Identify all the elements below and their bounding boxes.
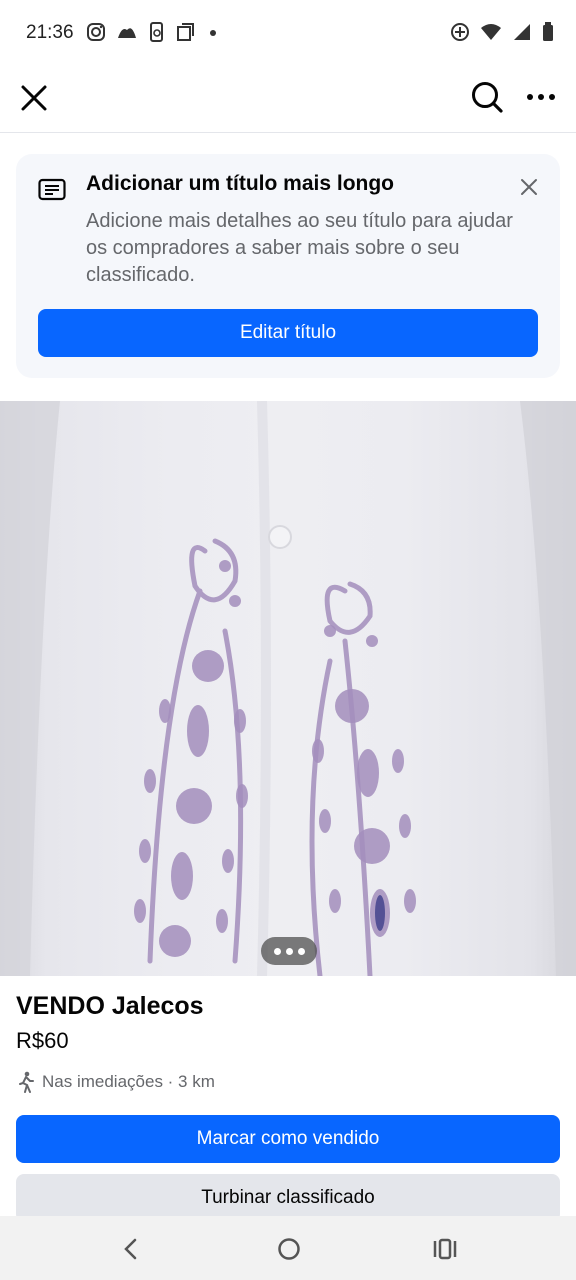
listing-title: VENDO Jalecos [16,992,204,1020]
system-nav-bar [0,1216,576,1280]
banner-title: Adicionar um título mais longo [86,172,395,195]
status-system-icons [450,22,554,42]
location-text: Nas imediações · 3 km [42,1072,215,1091]
mark-as-sold-button[interactable]: Marcar como vendido [16,1115,560,1163]
listing-price: R$60 [16,1028,69,1053]
nav-recents-button[interactable] [430,1234,460,1264]
close-icon [521,179,537,195]
boost-listing-button[interactable]: Turbinar classificado [16,1174,560,1222]
more-photos-icon[interactable] [261,937,317,965]
photo-dot [297,947,305,955]
copy-icon [177,23,194,41]
close-button[interactable] [18,82,50,114]
status-notification-icons [86,22,220,42]
battery-icon [543,22,553,41]
more-button[interactable] [524,80,558,114]
nav-home-button[interactable] [274,1234,304,1264]
bank-icon [118,28,136,38]
title-suggestion-banner: Adicionar um título mais longo Adicione … [16,154,560,378]
edit-title-button[interactable]: Editar título [38,309,538,357]
add-circle-icon [451,23,469,41]
banner-body: Adicione mais detalhes ao seu título par… [86,210,513,286]
phone-sync-icon [150,22,163,42]
walking-icon [19,1071,34,1093]
home-icon [278,1238,300,1260]
recents-icon [433,1238,457,1260]
search-icon [472,82,503,113]
listing-location: Nas imediações · 3 km [16,1071,215,1093]
instagram-icon [87,23,105,41]
back-icon [124,1238,137,1260]
search-button[interactable] [470,80,504,114]
embroidered-coat-image [0,401,576,976]
text-lines-icon [38,178,66,201]
more-icon [527,94,555,100]
signal-icon [514,24,530,40]
banner-close-button[interactable] [518,176,540,198]
nav-back-button[interactable] [116,1234,146,1264]
dot-icon [210,30,216,36]
status-time: 21:36 [26,22,74,43]
status-bar: 21:36 [0,0,576,66]
top-bar [0,66,576,133]
wifi-icon [481,24,501,40]
close-icon [21,85,47,111]
photo-dot [273,947,281,955]
listing-photo[interactable] [0,401,576,976]
photo-dot [285,947,293,955]
